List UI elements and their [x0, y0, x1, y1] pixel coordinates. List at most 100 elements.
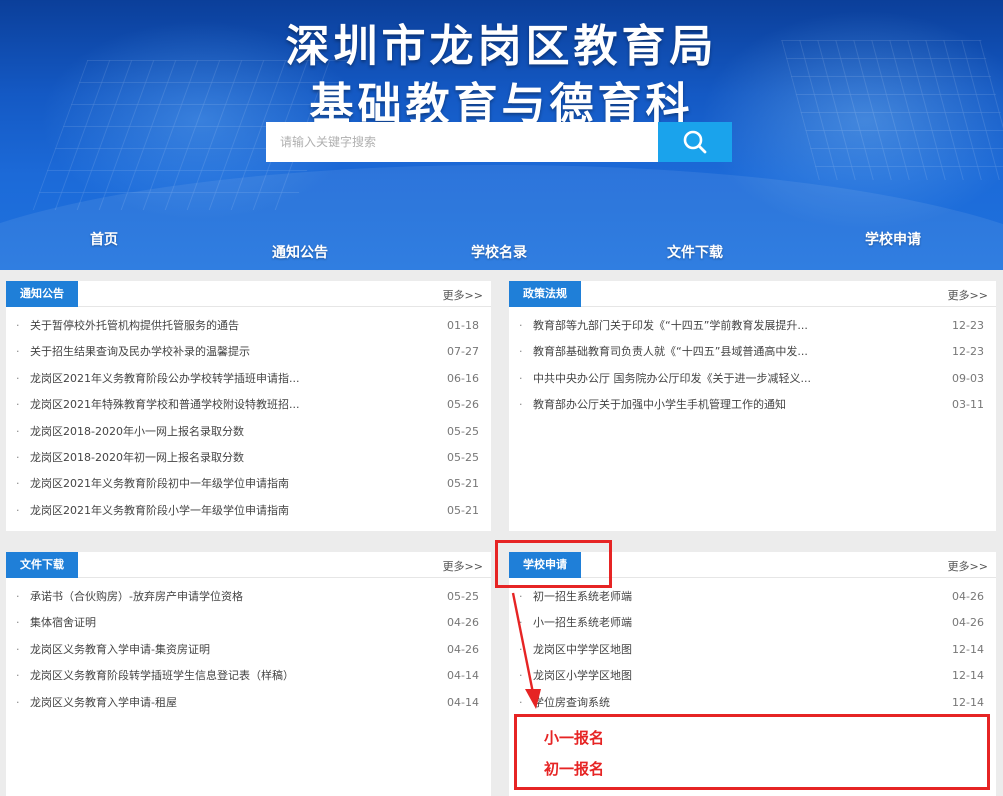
- list-item[interactable]: · 龙岗区义务教育入学申请-租屋 04-14: [6, 690, 491, 716]
- bullet: ·: [519, 371, 523, 385]
- item-date: 03-11: [952, 398, 984, 412]
- applications-list: · 初一招生系统老师端 04-26 · 小一招生系统老师端 04-26 · 龙岗区中学学区…: [509, 584, 996, 716]
- list-item[interactable]: · 龙岗区小学学区地图 12-14: [509, 663, 996, 689]
- bullet: ·: [519, 319, 523, 332]
- list-item[interactable]: · 龙岗区2021年义务教育阶段初中一年级学位申请指南 05-21: [6, 471, 491, 497]
- tab-policies[interactable]: 政策法规: [509, 281, 581, 307]
- list-item[interactable]: · 小一招生系统老师端 04-26: [509, 610, 996, 636]
- item-date: 01-18: [447, 319, 479, 332]
- policies-list: · 教育部等九部门关于印发《“十四五”学前教育发展提升... 12-23 · 教育部基…: [509, 313, 996, 419]
- item-title: 教育部基础教育司负责人就《“十四五”县域普通高中发...: [533, 345, 808, 359]
- search-bar: [266, 122, 732, 162]
- item-date: 04-26: [952, 590, 984, 603]
- search-input[interactable]: [266, 122, 658, 162]
- item-title: 龙岗区2021年特殊教育学校和普通学校附设特教班招...: [30, 398, 300, 412]
- bullet: ·: [16, 616, 20, 630]
- item-date: 04-14: [447, 695, 479, 709]
- list-item[interactable]: · 龙岗区2021年特殊教育学校和普通学校附设特教班招... 05-26: [6, 392, 491, 418]
- item-date: 04-26: [447, 642, 479, 656]
- list-item[interactable]: · 教育部等九部门关于印发《“十四五”学前教育发展提升... 12-23: [509, 313, 996, 339]
- list-item[interactable]: · 承诺书（合伙购房）-放弃房产申请学位资格 05-25: [6, 584, 491, 610]
- item-date: 05-26: [447, 398, 479, 412]
- bullet: ·: [16, 450, 20, 464]
- more-link[interactable]: 更多>>: [948, 558, 988, 574]
- list-item[interactable]: · 学位房查询系统 12-14: [509, 690, 996, 716]
- notices-list: · 关于暂停校外托管机构提供托管服务的通告 01-18 · 关于招生结果查询及民办学校…: [6, 313, 491, 524]
- nav-item-home[interactable]: 首页: [90, 229, 118, 249]
- item-date: 09-03: [952, 371, 984, 385]
- panel-header: 文件下载 更多>>: [6, 552, 491, 578]
- bullet: ·: [16, 319, 20, 332]
- search-button[interactable]: [658, 122, 732, 162]
- header-banner: 深圳市龙岗区教育局 基础教育与德育科 首页 通知公告 学校名录 文件下载 学校申…: [0, 0, 1003, 270]
- downloads-panel: 文件下载 更多>> · 承诺书（合伙购房）-放弃房产申请学位资格 05-25 · 集体…: [6, 552, 491, 796]
- search-icon: [683, 130, 707, 154]
- item-title: 教育部办公厅关于加强中小学生手机管理工作的通知: [533, 398, 786, 412]
- list-item[interactable]: · 关于暂停校外托管机构提供托管服务的通告 01-18: [6, 313, 491, 339]
- tab-notices[interactable]: 通知公告: [6, 281, 78, 307]
- item-date: 12-23: [952, 345, 984, 359]
- bullet: ·: [16, 669, 20, 683]
- item-date: 05-25: [447, 450, 479, 464]
- nav-item-downloads[interactable]: 文件下载: [667, 242, 723, 262]
- bullet: ·: [16, 345, 20, 359]
- more-link[interactable]: 更多>>: [443, 558, 483, 574]
- bullet: ·: [519, 345, 523, 359]
- annotation-highlight-box: [495, 540, 612, 588]
- item-title: 龙岗区2018-2020年初一网上报名录取分数: [30, 450, 244, 464]
- item-title: 教育部等九部门关于印发《“十四五”学前教育发展提升...: [533, 319, 808, 332]
- list-item[interactable]: · 教育部基础教育司负责人就《“十四五”县域普通高中发... 12-23: [509, 339, 996, 365]
- item-date: 06-16: [447, 371, 479, 385]
- item-title: 龙岗区义务教育入学申请-租屋: [30, 695, 177, 709]
- panel-header: 通知公告 更多>>: [6, 281, 491, 307]
- item-title: 关于暂停校外托管机构提供托管服务的通告: [30, 319, 239, 332]
- item-title: 集体宿舍证明: [30, 616, 96, 630]
- list-item[interactable]: · 龙岗区2021年义务教育阶段公办学校转学插班申请指... 06-16: [6, 366, 491, 392]
- bullet: ·: [16, 503, 20, 517]
- item-date: 12-14: [952, 669, 984, 683]
- item-date: 12-14: [952, 695, 984, 709]
- notices-panel: 通知公告 更多>> · 关于暂停校外托管机构提供托管服务的通告 01-18 · 关于招…: [6, 281, 491, 531]
- list-item[interactable]: · 中共中央办公厅 国务院办公厅印发《关于进一步减轻义... 09-03: [509, 366, 996, 392]
- bullet: ·: [16, 590, 20, 603]
- nav-item-notices[interactable]: 通知公告: [272, 242, 328, 262]
- list-item[interactable]: · 集体宿舍证明 04-26: [6, 610, 491, 636]
- item-date: 05-21: [447, 503, 479, 517]
- item-title: 龙岗区小学学区地图: [533, 669, 632, 683]
- nav-item-school-application[interactable]: 学校申请: [865, 229, 921, 249]
- bullet: ·: [16, 695, 20, 709]
- bullet: ·: [16, 477, 20, 491]
- list-item[interactable]: · 教育部办公厅关于加强中小学生手机管理工作的通知 03-11: [509, 392, 996, 418]
- bullet: ·: [16, 642, 20, 656]
- list-item[interactable]: · 关于招生结果查询及民办学校补录的温馨提示 07-27: [6, 339, 491, 365]
- item-title: 龙岗区2021年义务教育阶段公办学校转学插班申请指...: [30, 371, 300, 385]
- list-item[interactable]: · 龙岗区2018-2020年初一网上报名录取分数 05-25: [6, 445, 491, 471]
- item-date: 12-23: [952, 319, 984, 332]
- site-title-line1: 深圳市龙岗区教育局: [285, 21, 718, 72]
- nav-item-school-directory[interactable]: 学校名录: [471, 242, 527, 262]
- tab-downloads[interactable]: 文件下载: [6, 552, 78, 578]
- list-item[interactable]: · 龙岗区2021年义务教育阶段小学一年级学位申请指南 05-21: [6, 498, 491, 524]
- item-date: 05-21: [447, 477, 479, 491]
- list-item[interactable]: · 龙岗区中学学区地图 12-14: [509, 637, 996, 663]
- item-title: 龙岗区2021年义务教育阶段小学一年级学位申请指南: [30, 503, 289, 517]
- more-link[interactable]: 更多>>: [948, 287, 988, 303]
- policies-panel: 政策法规 更多>> · 教育部等九部门关于印发《“十四五”学前教育发展提升... 1…: [509, 281, 996, 531]
- item-title: 龙岗区义务教育阶段转学插班学生信息登记表（样稿）: [30, 669, 294, 683]
- annotation-label-junior: 初一报名: [544, 760, 605, 778]
- annotation-label-primary: 小一报名: [544, 729, 605, 747]
- item-title: 龙岗区2018-2020年小一网上报名录取分数: [30, 424, 244, 438]
- item-date: 05-25: [447, 590, 479, 603]
- bullet: ·: [16, 371, 20, 385]
- panel-header: 政策法规 更多>>: [509, 281, 996, 307]
- item-title: 龙岗区中学学区地图: [533, 642, 632, 656]
- item-title: 关于招生结果查询及民办学校补录的温馨提示: [30, 345, 250, 359]
- list-item[interactable]: · 龙岗区义务教育入学申请-集资房证明 04-26: [6, 637, 491, 663]
- more-link[interactable]: 更多>>: [443, 287, 483, 303]
- list-item[interactable]: · 龙岗区义务教育阶段转学插班学生信息登记表（样稿） 04-14: [6, 663, 491, 689]
- item-date: 04-26: [447, 616, 479, 630]
- item-date: 04-14: [447, 669, 479, 683]
- item-date: 12-14: [952, 642, 984, 656]
- bullet: ·: [16, 424, 20, 438]
- list-item[interactable]: · 龙岗区2018-2020年小一网上报名录取分数 05-25: [6, 419, 491, 445]
